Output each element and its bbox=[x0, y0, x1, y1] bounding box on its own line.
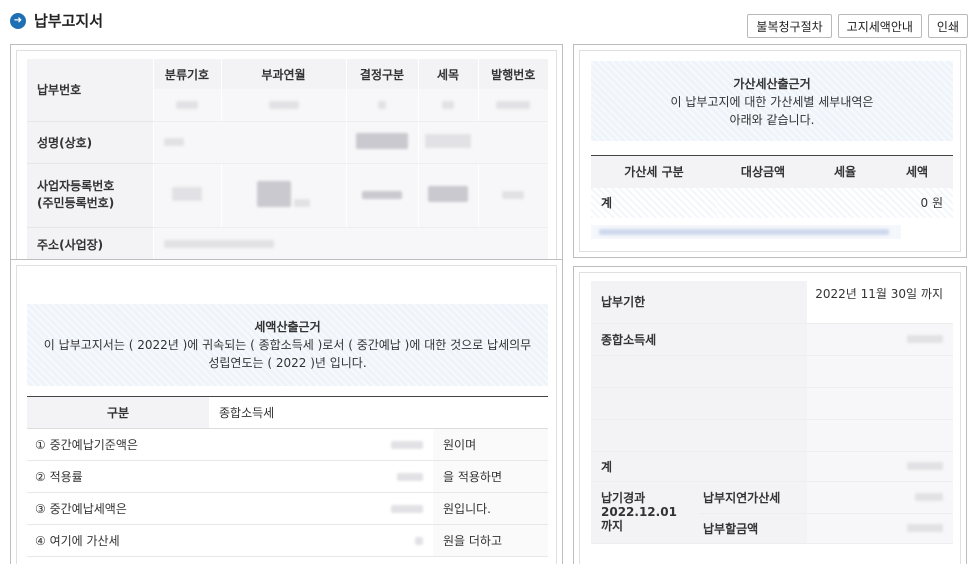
print-button[interactable]: 인쇄 bbox=[927, 14, 968, 38]
redacted-value bbox=[152, 89, 221, 122]
redacted-value bbox=[417, 89, 478, 122]
payable-amount-label: 납부할금액 bbox=[699, 513, 807, 544]
name-label: 성명(상호) bbox=[27, 121, 153, 164]
taxpayer-info-panel: 납부번호 분류기호 부과연월 결정구분 세목 발행번호 성명(상호) 사업자등록… bbox=[10, 44, 563, 268]
table-row: ④ 여기에 가산세 원을 더하고 bbox=[27, 524, 548, 557]
appeal-procedure-button[interactable]: 불복청구절차 bbox=[747, 14, 832, 38]
redacted-value bbox=[807, 451, 953, 482]
redacted-value bbox=[417, 121, 548, 164]
tax-basis-panel: 세액산출근거 이 납부고지서는 ( 2022년 )에 귀속되는 ( 종합소득세 … bbox=[10, 259, 563, 564]
redacted-value bbox=[807, 513, 953, 544]
row-suffix: 을 적용하면 bbox=[433, 460, 548, 493]
redacted-value bbox=[477, 163, 548, 228]
row-label: ② 적용률 bbox=[27, 460, 209, 493]
redacted-value bbox=[152, 227, 548, 262]
col-category: 구분 bbox=[27, 396, 209, 429]
col-target-amount: 대상금액 bbox=[717, 155, 809, 188]
row-label: ① 중간예납기준액은 bbox=[27, 428, 209, 461]
overdue-label: 납기경과 2022.12.01 까지 bbox=[591, 481, 699, 544]
redacted-value bbox=[345, 163, 418, 228]
due-date-label: 납부기한 bbox=[591, 281, 807, 324]
redacted-value bbox=[323, 460, 433, 493]
late-fee-label: 납부지연가산세 bbox=[699, 481, 807, 514]
col-decision-type: 결정구분 bbox=[345, 59, 418, 89]
business-reg-label-line2: (주민등록번호) bbox=[37, 196, 115, 210]
payment-due-panel: 납부기한 2022년 11월 30일 까지 종합소득세 계 납기경과 2022.… bbox=[573, 266, 967, 564]
col-income-tax: 종합소득세 bbox=[209, 396, 323, 429]
tax-basis-line1: 이 납부고지서는 ( 2022년 )에 귀속되는 ( 종합소득세 )로서 ( 중… bbox=[43, 338, 532, 352]
total-label: 계 bbox=[591, 451, 807, 482]
redacted-value bbox=[323, 492, 433, 525]
redacted-value bbox=[220, 163, 346, 228]
page-title: 납부고지서 bbox=[34, 12, 104, 30]
surcharge-line2: 아래와 같습니다. bbox=[729, 113, 815, 127]
business-reg-label: 사업자등록번호 (주민등록번호) bbox=[27, 163, 153, 228]
surcharge-title: 가산세산출근거 bbox=[733, 77, 811, 91]
row-suffix: 원이며 bbox=[433, 428, 548, 461]
tax-notice-guide-button[interactable]: 고지세액안내 bbox=[837, 14, 922, 38]
redacted-value bbox=[152, 121, 346, 164]
surcharge-line1: 이 납부고지에 대한 가산세별 세부내역은 bbox=[670, 95, 874, 109]
redacted-value bbox=[220, 89, 346, 122]
surcharge-total-value: 0 원 bbox=[881, 187, 953, 218]
surcharge-table: 가산세 구분 대상금액 세율 세액 계 0 원 bbox=[591, 155, 953, 218]
table-row: ③ 중간예납세액은 원입니다. bbox=[27, 492, 548, 525]
redacted-value bbox=[807, 323, 953, 356]
col-tax-item: 세목 bbox=[417, 59, 478, 89]
row-label: ④ 여기에 가산세 bbox=[27, 524, 209, 557]
redacted-value bbox=[417, 163, 478, 228]
overdue-label-text: 납기경과 bbox=[601, 491, 646, 505]
tax-basis-table: 구분 종합소득세 ① 중간예납기준액은 원이며 ② 적용률 을 적용하면 ③ 중… bbox=[27, 396, 548, 557]
due-date-value: 2022년 11월 30일 까지 bbox=[807, 281, 953, 324]
col-rate: 세율 bbox=[809, 155, 881, 188]
redacted-value bbox=[323, 428, 433, 461]
surcharge-basis-panel: 가산세산출근거 이 납부고지에 대한 가산세별 세부내역은 아래와 같습니다. … bbox=[573, 44, 967, 258]
table-row: ② 적용률 을 적용하면 bbox=[27, 460, 548, 493]
arrow-right-circle-icon: ➜ bbox=[10, 12, 26, 29]
col-category-code: 분류기호 bbox=[152, 59, 221, 89]
payment-no-label: 납부번호 bbox=[27, 59, 153, 122]
taxpayer-info-table: 납부번호 분류기호 부과연월 결정구분 세목 발행번호 성명(상호) 사업자등록… bbox=[27, 59, 548, 262]
col-tax-amount: 세액 bbox=[881, 155, 953, 188]
col-issue-no: 발행번호 bbox=[477, 59, 548, 89]
surcharge-total-label: 계 bbox=[591, 187, 717, 218]
surcharge-notice: 가산세산출근거 이 납부고지에 대한 가산세별 세부내역은 아래와 같습니다. bbox=[591, 61, 953, 141]
tax-basis-title: 세액산출근거 bbox=[254, 320, 321, 334]
col-surcharge-type: 가산세 구분 bbox=[591, 155, 717, 188]
redacted-value bbox=[477, 89, 548, 122]
overdue-date: 2022.12.01 bbox=[601, 505, 677, 519]
income-tax-label: 종합소득세 bbox=[591, 323, 807, 356]
redacted-value bbox=[152, 163, 221, 228]
table-row: ① 중간예납기준액은 원이며 bbox=[27, 428, 548, 461]
redacted-value bbox=[323, 524, 433, 557]
row-suffix: 원입니다. bbox=[433, 492, 548, 525]
row-label: ③ 중간예납세액은 bbox=[27, 492, 209, 525]
row-suffix: 원을 더하고 bbox=[433, 524, 548, 557]
payment-due-table: 납부기한 2022년 11월 30일 까지 종합소득세 계 납기경과 2022.… bbox=[591, 281, 953, 544]
address-label: 주소(사업장) bbox=[27, 227, 153, 262]
overdue-until: 까지 bbox=[601, 519, 624, 533]
business-reg-label-line1: 사업자등록번호 bbox=[37, 179, 115, 193]
redacted-value bbox=[345, 89, 418, 122]
toolbar: 불복청구절차 고지세액안내 인쇄 bbox=[747, 14, 968, 38]
page-header: ➜ 납부고지서 bbox=[10, 10, 103, 31]
col-tax-year-month: 부과연월 bbox=[220, 59, 346, 89]
tax-basis-line2: 성립연도는 ( 2022 )년 입니다. bbox=[208, 356, 367, 370]
redacted-value bbox=[345, 121, 418, 164]
tax-basis-notice: 세액산출근거 이 납부고지서는 ( 2022년 )에 귀속되는 ( 종합소득세 … bbox=[27, 304, 548, 386]
redacted-value bbox=[807, 481, 953, 514]
redacted-note bbox=[591, 225, 901, 239]
